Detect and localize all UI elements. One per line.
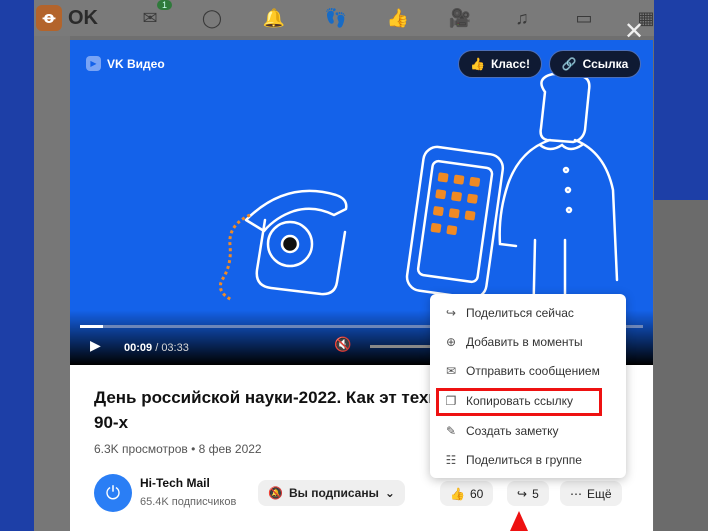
group-icon: ☷: [445, 452, 457, 467]
more-button[interactable]: ⋯ Ещё: [560, 481, 622, 506]
time-display: 00:09 / 03:33: [124, 342, 189, 354]
discussions-icon[interactable]: ◯: [196, 6, 228, 30]
phone-cord: [218, 213, 251, 302]
ok-logo[interactable]: ꝋ OK: [36, 5, 98, 31]
logo-text: OK: [68, 6, 98, 29]
subscribed-button[interactable]: 🔕 Вы подписаны ⌄: [258, 480, 405, 506]
current-time: 00:09: [124, 342, 153, 354]
left-menu: ⌂ А 🔒 Л © У ☺ Д ▣ Ф ☷ П ✚ П ▤ П ⊘ П ⊛ З …: [34, 36, 108, 531]
background-left: [0, 0, 34, 531]
menu-item-label: Поделиться в группе: [466, 452, 582, 467]
pencil-icon: ✎: [445, 423, 457, 438]
publish-date: 8 фев 2022: [198, 442, 262, 456]
vk-video-label: VK Видео: [107, 56, 165, 71]
top-nav-icons: ✉ 1 ◯ 🔔 👣 👍 🎥 ♫ ▭ ▦: [134, 0, 662, 36]
duration: 03:33: [161, 342, 189, 354]
games-icon[interactable]: ▭: [568, 6, 600, 30]
smartphone-drawing: [405, 145, 505, 300]
channel-subscribers: 65.4K подписчиков: [140, 496, 237, 508]
vk-play-icon: ▶: [86, 56, 101, 71]
class-button[interactable]: 👍 Класс!: [458, 50, 542, 78]
thumb-up-icon: 👍: [470, 57, 485, 71]
share-count: 5: [532, 486, 539, 501]
highlight-annotation: [436, 388, 602, 416]
link-button[interactable]: 🔗 Ссылка: [549, 50, 641, 78]
telephone-drawing: [244, 189, 348, 296]
video-icon[interactable]: 🎥: [444, 6, 476, 30]
like-count: 60: [469, 486, 484, 501]
play-icon[interactable]: ▶: [90, 337, 101, 354]
music-icon[interactable]: ♫: [506, 6, 538, 30]
video-meta: 6.3K просмотров • 8 фев 2022: [94, 442, 262, 456]
bell-off-icon: 🔕: [268, 486, 283, 500]
like-button[interactable]: 👍 60: [440, 481, 494, 506]
share-icon: ↪: [517, 486, 528, 501]
time-separator: /: [152, 342, 162, 354]
guests-icon[interactable]: 👣: [320, 6, 352, 30]
person-drawing: [498, 72, 619, 332]
share-menu: ↪ Поделиться сейчас ⊕ Добавить в моменты…: [430, 294, 626, 478]
ok-logo-icon: ꝋ: [36, 5, 62, 31]
class-label: Класс!: [490, 57, 530, 71]
menu-item-create-note[interactable]: ✎ Создать заметку: [430, 416, 626, 445]
menu-item-send-message[interactable]: ✉ Отправить сообщением: [430, 356, 626, 385]
more-label: Ещё: [587, 486, 612, 501]
link-label: Ссылка: [582, 57, 629, 71]
subscribed-label: Вы подписаны: [288, 486, 379, 500]
thumb-up-icon: 👍: [450, 486, 465, 501]
menu-item-label: Создать заметку: [466, 423, 559, 438]
moments-icon: ⊕: [445, 334, 457, 349]
share-icon: ↪: [445, 305, 457, 320]
channel-name[interactable]: Hi-Tech Mail: [140, 476, 210, 490]
link-icon: 🔗: [561, 57, 577, 71]
mute-icon[interactable]: 🔇: [334, 336, 351, 353]
meta-separator: •: [187, 442, 199, 456]
background-right: [654, 0, 708, 531]
dots-icon: ⋯: [570, 486, 582, 501]
events-icon[interactable]: 👍: [382, 6, 414, 30]
share-button[interactable]: ↪ 5: [507, 481, 549, 506]
vk-video-brand[interactable]: ▶ VK Видео: [86, 56, 165, 71]
views-count: 6.3K просмотров: [94, 442, 188, 456]
menu-item-label: Добавить в моменты: [466, 334, 583, 349]
app-icons: [430, 172, 481, 236]
menu-item-share-group[interactable]: ☷ Поделиться в группе: [430, 445, 626, 474]
menu-item-add-moments[interactable]: ⊕ Добавить в моменты: [430, 327, 626, 356]
arrow-annotation-icon: [510, 511, 528, 531]
channel-avatar[interactable]: ⏻: [94, 474, 132, 512]
progress-fill: [80, 325, 103, 328]
chevron-down-icon: ⌄: [384, 486, 395, 500]
envelope-icon: ✉: [445, 363, 457, 378]
notifications-icon[interactable]: 🔔: [258, 6, 290, 30]
messages-icon[interactable]: ✉ 1: [134, 0, 172, 30]
menu-item-label: Отправить сообщением: [466, 363, 600, 378]
menu-item-label: Поделиться сейчас: [466, 305, 574, 320]
messages-badge: 1: [156, 0, 172, 10]
menu-item-share-now[interactable]: ↪ Поделиться сейчас: [430, 298, 626, 327]
